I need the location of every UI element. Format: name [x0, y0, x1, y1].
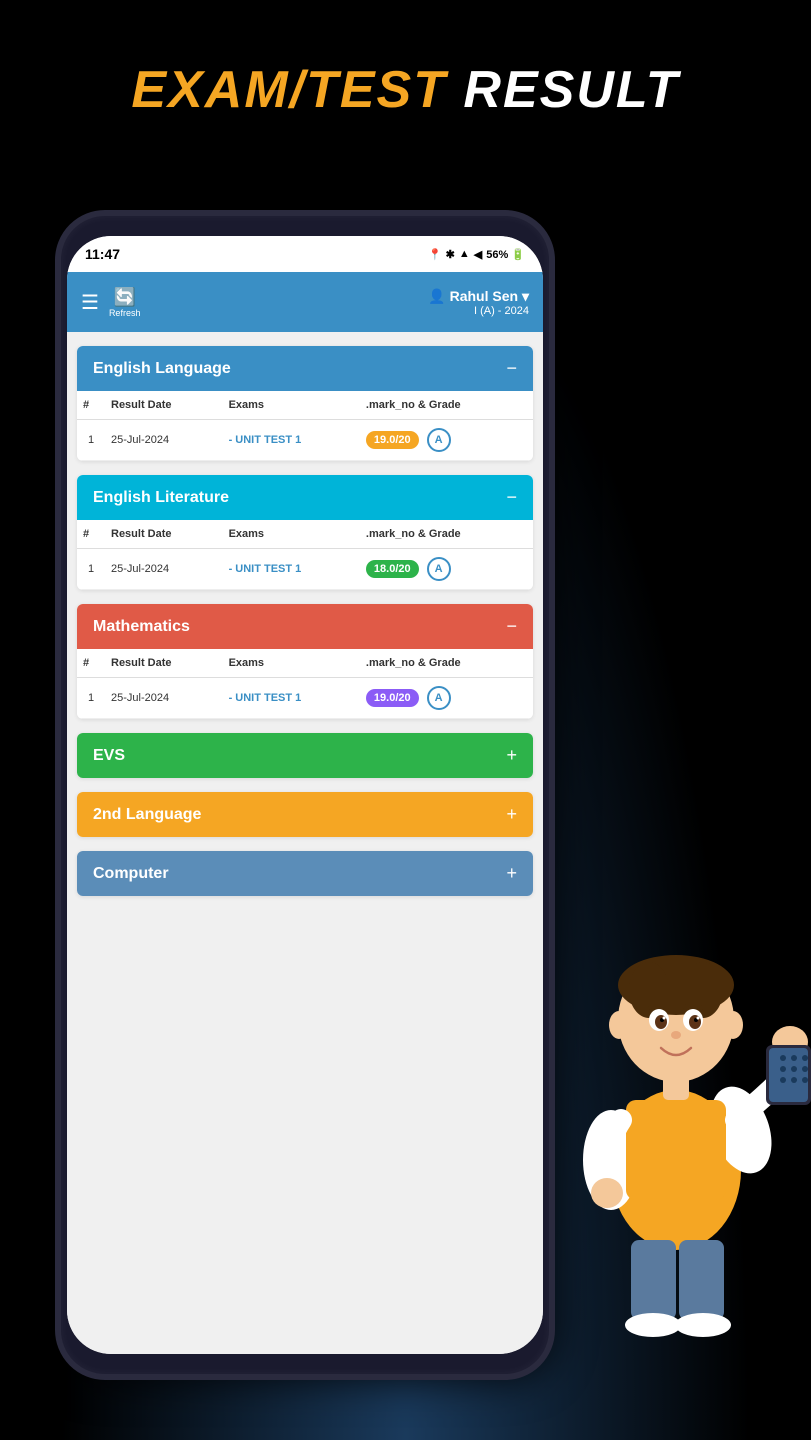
subject-name-mathematics: Mathematics: [93, 618, 190, 636]
subject-header-mathematics[interactable]: Mathematics −: [77, 604, 533, 649]
refresh-icon: 🔄: [113, 287, 135, 308]
row-mark: 19.0/20 A: [360, 678, 533, 719]
status-icons: 📍 ✱ ▲ ◀ 56% 🔋: [428, 248, 525, 261]
title-exam: EXAM/TEST: [131, 61, 447, 119]
subject-header-english-literature[interactable]: English Literature −: [77, 475, 533, 520]
col-date-1: Result Date: [105, 391, 223, 420]
mark-badge: 19.0/20: [366, 689, 419, 707]
col-exams-3: Exams: [223, 649, 360, 678]
page-title-area: EXAM/TEST RESULT: [0, 60, 811, 120]
col-mark-1: .mark_no & Grade: [360, 391, 533, 420]
subject-evs: EVS +: [77, 733, 533, 778]
status-time: 11:47: [85, 246, 120, 262]
grade-badge: A: [427, 557, 451, 581]
col-num-1: #: [77, 391, 105, 420]
bluetooth-icon: ✱: [446, 248, 455, 261]
row-num: 1: [77, 549, 105, 590]
grade-badge: A: [427, 428, 451, 452]
row-date: 25-Jul-2024: [105, 678, 223, 719]
subject-name-evs: EVS: [93, 747, 125, 765]
col-num-2: #: [77, 520, 105, 549]
mark-grade-cell: 19.0/20 A: [366, 686, 527, 710]
content-area: English Language − # Result Date Exams .…: [67, 332, 543, 1354]
subject-name-computer: Computer: [93, 865, 169, 883]
phone-screen: 11:47 📍 ✱ ▲ ◀ 56% 🔋 ☰ 🔄 Refresh 👤: [67, 236, 543, 1354]
subject-name-english-literature: English Literature: [93, 489, 229, 507]
title-result: RESULT: [447, 61, 680, 119]
hamburger-menu[interactable]: ☰: [81, 290, 99, 315]
header-right: 👤 Rahul Sen ▾ I (A) - 2024: [428, 288, 529, 317]
subject-mathematics: Mathematics − # Result Date Exams .mark_…: [77, 604, 533, 719]
subject-english-literature: English Literature − # Result Date Exams…: [77, 475, 533, 590]
exam-link[interactable]: - UNIT TEST 1: [229, 563, 302, 575]
toggle-computer[interactable]: +: [506, 863, 517, 884]
subject-name-english-language: English Language: [93, 360, 231, 378]
mark-badge: 19.0/20: [366, 431, 419, 449]
user-icon: 👤: [428, 288, 445, 304]
grade-badge: A: [427, 686, 451, 710]
toggle-2nd-language[interactable]: +: [506, 804, 517, 825]
subject-name-2nd-language: 2nd Language: [93, 806, 201, 824]
row-mark: 18.0/20 A: [360, 549, 533, 590]
subject-computer: Computer +: [77, 851, 533, 896]
user-name: 👤 Rahul Sen ▾: [428, 288, 529, 305]
row-num: 1: [77, 420, 105, 461]
row-exam: - UNIT TEST 1: [223, 549, 360, 590]
row-exam: - UNIT TEST 1: [223, 678, 360, 719]
toggle-english-language[interactable]: −: [506, 358, 517, 379]
user-class: I (A) - 2024: [428, 305, 529, 317]
exam-link[interactable]: - UNIT TEST 1: [229, 434, 302, 446]
wifi-icon: ▲: [459, 248, 470, 260]
subject-header-2nd-language[interactable]: 2nd Language +: [77, 792, 533, 837]
phone-device: 11:47 📍 ✱ ▲ ◀ 56% 🔋 ☰ 🔄 Refresh 👤: [55, 210, 555, 1380]
subject-2nd-language: 2nd Language +: [77, 792, 533, 837]
toggle-english-literature[interactable]: −: [506, 487, 517, 508]
col-date-2: Result Date: [105, 520, 223, 549]
col-date-3: Result Date: [105, 649, 223, 678]
character-illustration: [531, 790, 811, 1340]
col-mark-2: .mark_no & Grade: [360, 520, 533, 549]
result-table-english-language: # Result Date Exams .mark_no & Grade 1 2…: [77, 391, 533, 461]
col-mark-3: .mark_no & Grade: [360, 649, 533, 678]
row-date: 25-Jul-2024: [105, 549, 223, 590]
signal-icon: ◀: [474, 248, 482, 261]
battery-label: 56% 🔋: [486, 248, 525, 261]
table-row: 1 25-Jul-2024 - UNIT TEST 1 18.0/20 A: [77, 549, 533, 590]
app-header: ☰ 🔄 Refresh 👤 Rahul Sen ▾ I (A) - 2024: [67, 272, 543, 332]
row-date: 25-Jul-2024: [105, 420, 223, 461]
exam-link[interactable]: - UNIT TEST 1: [229, 692, 302, 704]
location-icon: 📍: [428, 248, 442, 261]
col-exams-1: Exams: [223, 391, 360, 420]
table-row: 1 25-Jul-2024 - UNIT TEST 1 19.0/20 A: [77, 678, 533, 719]
refresh-label: Refresh: [109, 308, 141, 318]
table-row: 1 25-Jul-2024 - UNIT TEST 1 19.0/20 A: [77, 420, 533, 461]
refresh-button[interactable]: 🔄 Refresh: [109, 287, 141, 318]
status-bar: 11:47 📍 ✱ ▲ ◀ 56% 🔋: [67, 236, 543, 272]
row-mark: 19.0/20 A: [360, 420, 533, 461]
header-left: ☰ 🔄 Refresh: [81, 287, 140, 318]
toggle-mathematics[interactable]: −: [506, 616, 517, 637]
result-table-english-literature: # Result Date Exams .mark_no & Grade 1 2…: [77, 520, 533, 590]
mark-grade-cell: 19.0/20 A: [366, 428, 527, 452]
col-exams-2: Exams: [223, 520, 360, 549]
mark-badge: 18.0/20: [366, 560, 419, 578]
subject-header-evs[interactable]: EVS +: [77, 733, 533, 778]
result-table-mathematics: # Result Date Exams .mark_no & Grade 1 2…: [77, 649, 533, 719]
mark-grade-cell: 18.0/20 A: [366, 557, 527, 581]
row-exam: - UNIT TEST 1: [223, 420, 360, 461]
row-num: 1: [77, 678, 105, 719]
toggle-evs[interactable]: +: [506, 745, 517, 766]
subject-header-computer[interactable]: Computer +: [77, 851, 533, 896]
subject-english-language: English Language − # Result Date Exams .…: [77, 346, 533, 461]
dropdown-icon: ▾: [522, 288, 529, 304]
subject-header-english-language[interactable]: English Language −: [77, 346, 533, 391]
col-num-3: #: [77, 649, 105, 678]
